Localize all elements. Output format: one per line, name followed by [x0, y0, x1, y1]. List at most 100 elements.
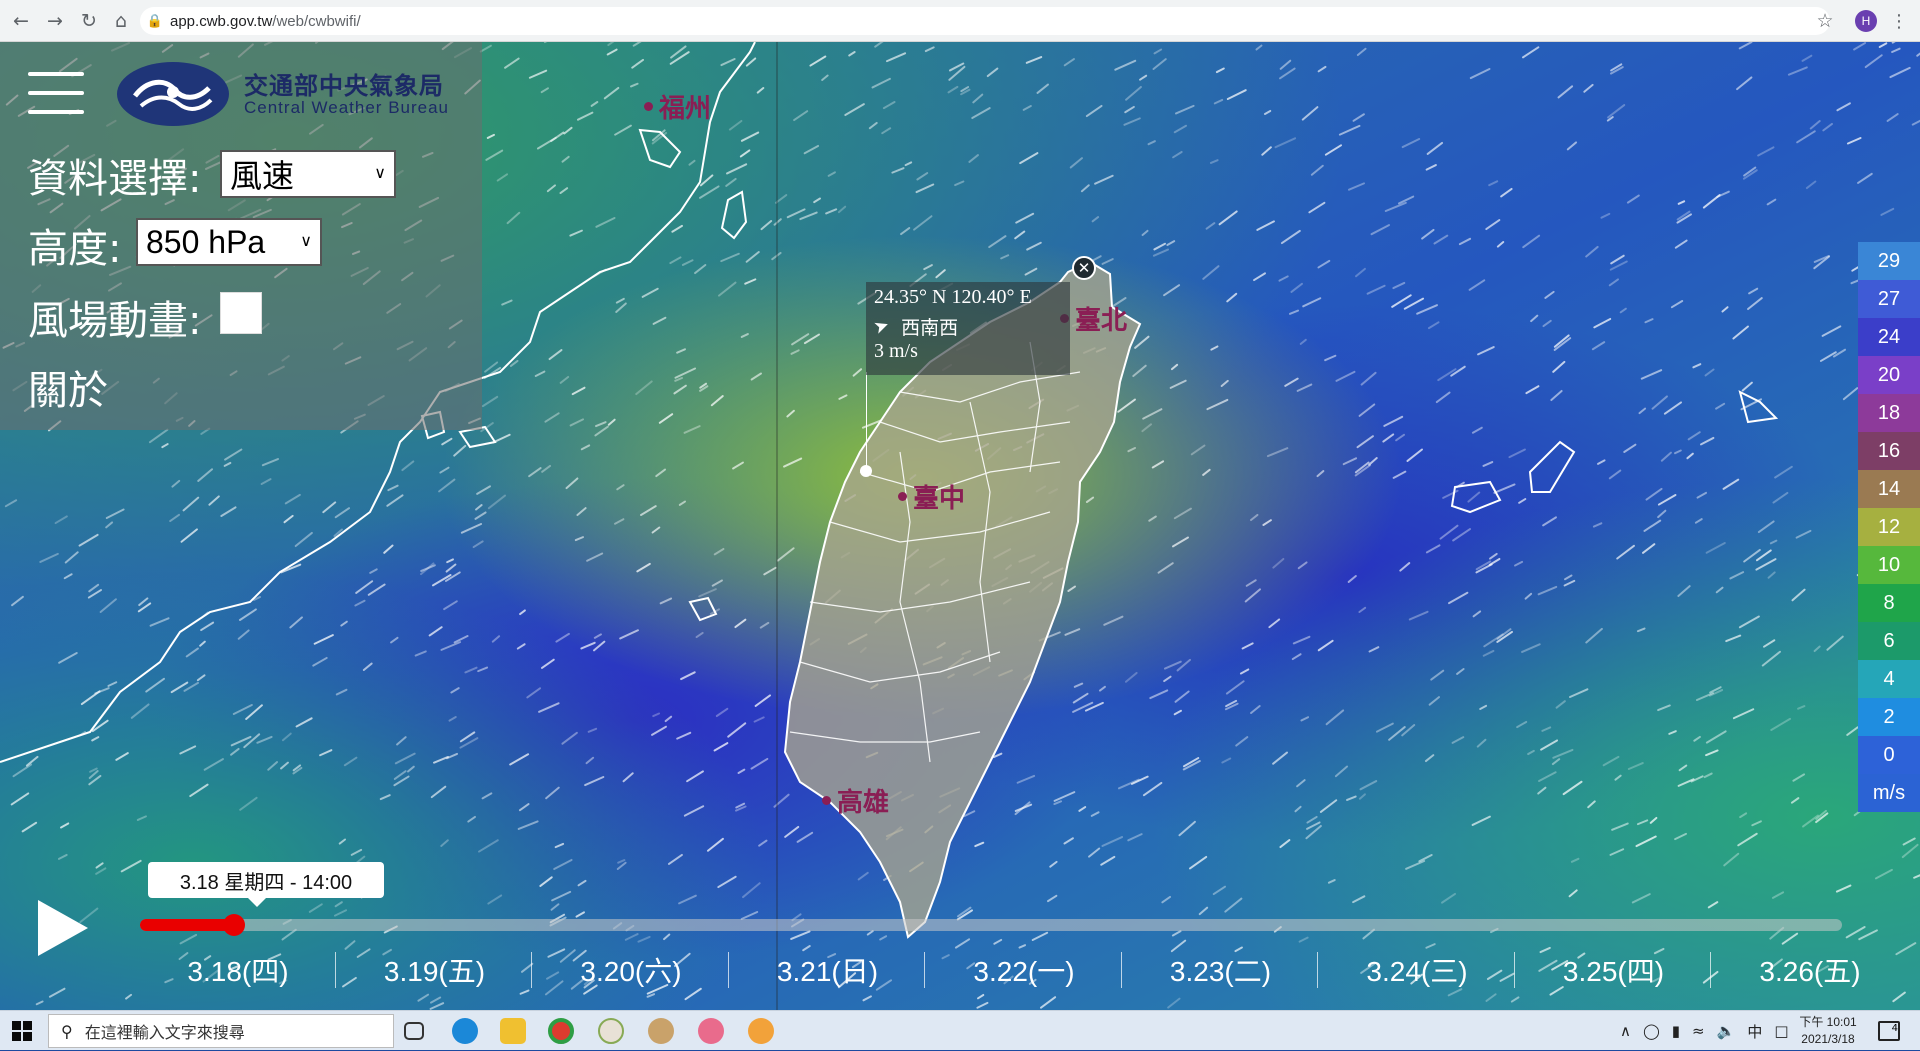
pet-app-icon[interactable] [648, 1018, 674, 1044]
wind-map[interactable]: 交通部中央氣象局 Central Weather Bureau 資料選擇: 風速… [0, 42, 1920, 1010]
timeline-handle[interactable] [223, 914, 245, 936]
timeline-date[interactable]: 3.19(五) [337, 950, 533, 990]
play-button[interactable] [38, 900, 88, 956]
notification-center-icon[interactable]: 4 [1878, 1021, 1900, 1041]
timeline-date[interactable]: 3.21(日) [730, 950, 926, 990]
timeline-track[interactable] [140, 919, 1842, 931]
legend-value: 24 [1858, 318, 1920, 356]
control-panel: 交通部中央氣象局 Central Weather Bureau 資料選擇: 風速… [0, 42, 482, 430]
animation-label: 風場動畫: [28, 288, 201, 346]
paint-app-icon[interactable] [698, 1018, 724, 1044]
address-bar[interactable]: 🔒 app.cwb.gov.tw/web/cwbwifi/ [140, 7, 1830, 35]
taskbar-clock[interactable]: 下午 10:01 2021/3/18 [1790, 1014, 1866, 1048]
timeline-divider [728, 952, 729, 988]
legend-value: 16 [1858, 432, 1920, 470]
timeline-date[interactable]: 3.26(五) [1712, 950, 1908, 990]
network-icon[interactable]: ◯ [1643, 1022, 1660, 1040]
timeline-divider [1514, 952, 1515, 988]
timeline-date[interactable]: 3.20(六) [533, 950, 729, 990]
legend-value: 2 [1858, 698, 1920, 736]
task-view-icon[interactable] [404, 1022, 424, 1040]
legend-unit: m/s [1858, 774, 1920, 812]
timeline-date[interactable]: 3.24(三) [1319, 950, 1515, 990]
star-icon[interactable]: ☆ [1808, 0, 1842, 42]
legend-value: 27 [1858, 280, 1920, 318]
data-type-value: 風速 [230, 151, 294, 197]
timeline-divider [1317, 952, 1318, 988]
legend-value: 4 [1858, 660, 1920, 698]
timeline-date[interactable]: 3.22(一) [926, 950, 1122, 990]
windows-start-icon[interactable] [12, 1021, 32, 1041]
popup-direction: ➤ 西南西 [874, 313, 958, 340]
compass-app-icon[interactable] [598, 1018, 624, 1044]
timeline-progress [140, 919, 234, 931]
legend-value: 8 [1858, 584, 1920, 622]
legend-value: 0 [1858, 736, 1920, 774]
edge-browser-icon[interactable] [452, 1018, 478, 1044]
timeline-divider [1121, 952, 1122, 988]
back-icon[interactable]: ← [4, 0, 38, 42]
timeline-date[interactable]: 3.25(四) [1516, 950, 1712, 990]
forward-icon[interactable]: → [38, 0, 72, 42]
wifi-icon[interactable]: ≈ [1692, 1022, 1705, 1040]
profile-avatar[interactable]: H [1855, 10, 1877, 32]
chevron-up-icon[interactable]: ∧ [1620, 1022, 1631, 1040]
height-select[interactable]: 850 hPa ∨ [136, 218, 322, 266]
browser-toolbar: ← → ↻ ⌂ 🔒 app.cwb.gov.tw/web/cwbwifi/ ☆ … [0, 0, 1920, 42]
height-label: 高度: [28, 216, 121, 274]
wind-direction-arrow-icon: ➤ [871, 314, 892, 339]
timeline-divider [335, 952, 336, 988]
city-kaohsiung: 高雄 [822, 782, 889, 819]
chrome-browser-icon[interactable] [548, 1018, 574, 1044]
popup-coordinates: 24.35° N 120.40° E [874, 286, 1032, 309]
timeline-date[interactable]: 3.18(四) [140, 950, 336, 990]
timeline-dates: 3.18(四)3.19(五)3.20(六)3.21(日)3.22(一)3.23(… [140, 942, 1860, 1002]
volume-icon[interactable]: 🔈 [1717, 1022, 1736, 1040]
timeline-divider [1710, 952, 1711, 988]
search-placeholder: 在這裡輸入文字來搜尋 [85, 1019, 245, 1043]
about-link[interactable]: 關於 [28, 358, 108, 416]
cwb-logo [117, 62, 229, 126]
legend-value: 6 [1858, 622, 1920, 660]
file-explorer-icon[interactable] [500, 1018, 526, 1044]
system-tray: ∧ ◯ ▮ ≈ 🔈 中 □ [1620, 1011, 1789, 1051]
legend-value: 12 [1858, 508, 1920, 546]
agency-name-chinese: 交通部中央氣象局 [244, 66, 444, 101]
animation-checkbox[interactable] [220, 292, 262, 334]
more-icon[interactable]: ⋮ [1884, 0, 1914, 42]
legend-value: 29 [1858, 242, 1920, 280]
city-taipei: 臺北 [1060, 300, 1127, 337]
windows-taskbar: ⚲ 在這裡輸入文字來搜尋 ∧ ◯ ▮ ≈ 🔈 中 □ 下午 10:01 2021… [0, 1010, 1920, 1050]
battery-icon[interactable]: ▮ [1672, 1022, 1680, 1040]
clock-time: 下午 10:01 [1790, 1014, 1866, 1031]
current-time-label: 3.18 星期四 - 14:00 [148, 862, 384, 898]
clock-date: 2021/3/18 [1790, 1031, 1866, 1048]
home-icon[interactable]: ⌂ [104, 0, 138, 42]
popup-pointer-line [866, 372, 867, 472]
close-icon[interactable]: ✕ [1072, 256, 1096, 280]
height-value: 850 hPa [146, 224, 265, 261]
legend-value: 14 [1858, 470, 1920, 508]
legend-value: 20 [1858, 356, 1920, 394]
wind-speed-legend: 29272420181614121086420m/s [1858, 242, 1920, 812]
timeline-divider [924, 952, 925, 988]
timeline-divider [531, 952, 532, 988]
search-icon: ⚲ [61, 1022, 73, 1041]
reload-icon[interactable]: ↻ [72, 0, 106, 42]
keyboard-layout-icon[interactable]: □ [1774, 1022, 1788, 1040]
menu-icon[interactable] [28, 72, 84, 118]
url-text: app.cwb.gov.tw/web/cwbwifi/ [170, 13, 361, 30]
lock-icon: 🔒 [140, 14, 170, 29]
chevron-down-icon: ∨ [374, 163, 386, 183]
location-marker[interactable] [860, 465, 872, 477]
media-app-icon[interactable] [748, 1018, 774, 1044]
input-method-indicator[interactable]: 中 [1747, 1021, 1762, 1042]
taskbar-search-box[interactable]: ⚲ 在這裡輸入文字來搜尋 [48, 1014, 394, 1048]
timeline-date[interactable]: 3.23(二) [1123, 950, 1319, 990]
data-type-select[interactable]: 風速 ∨ [220, 150, 396, 198]
city-fuzhou: 福州 [644, 88, 711, 125]
chevron-down-icon: ∨ [300, 231, 312, 251]
agency-name-english: Central Weather Bureau [244, 98, 449, 118]
legend-value: 10 [1858, 546, 1920, 584]
legend-value: 18 [1858, 394, 1920, 432]
